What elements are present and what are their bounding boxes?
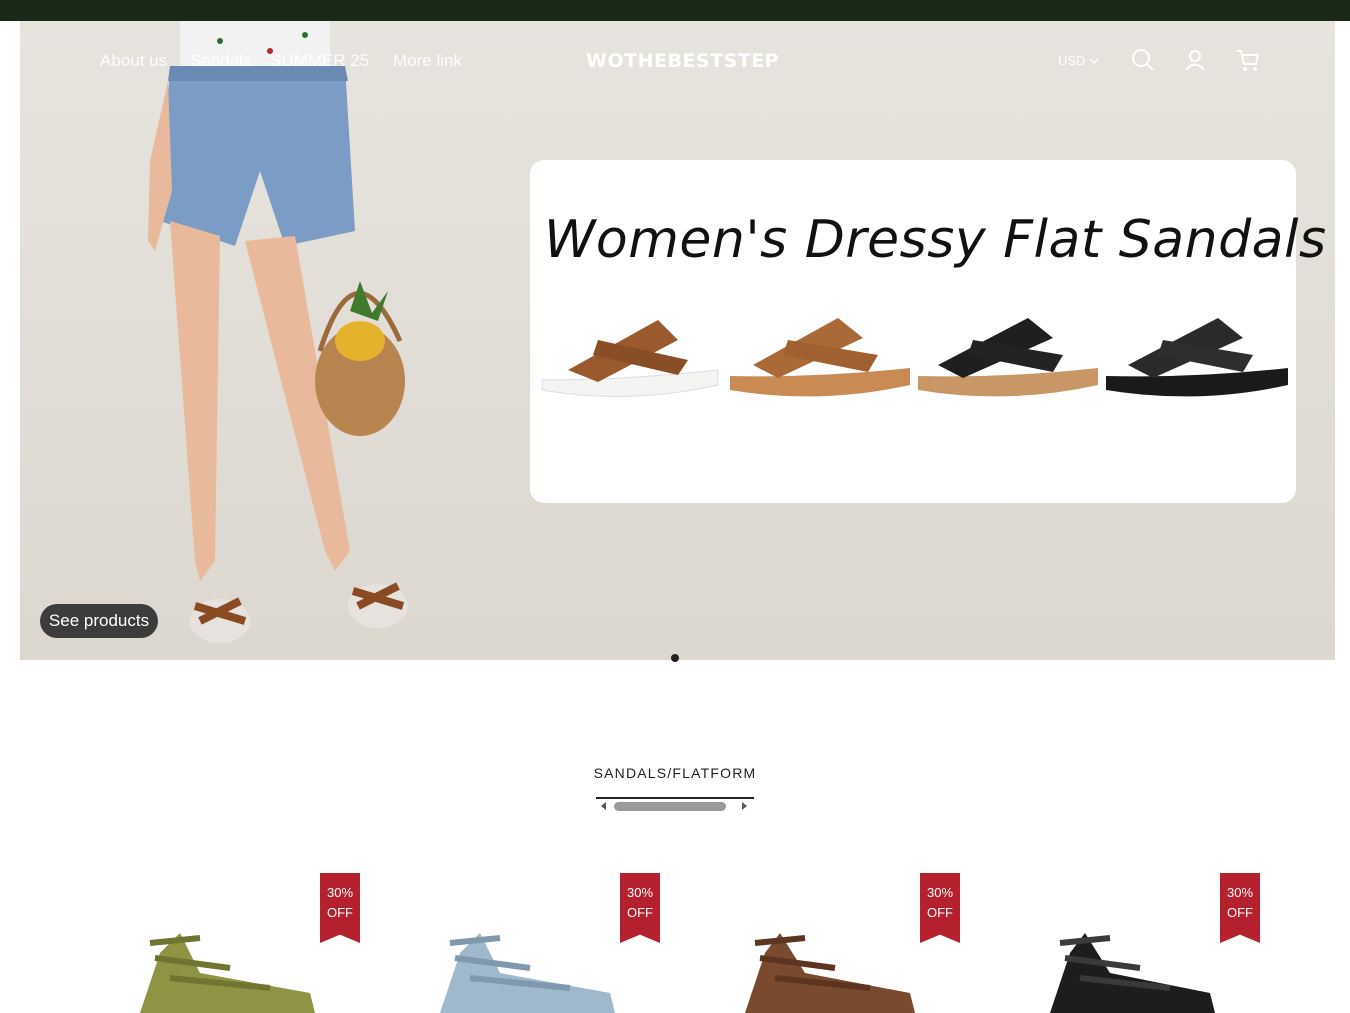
scroll-thumb[interactable] bbox=[614, 802, 726, 811]
currency-label: USD bbox=[1058, 53, 1086, 68]
header-nav: About us Sandals SUMMER 25 More link WOT… bbox=[20, 21, 1335, 101]
product-image bbox=[140, 933, 315, 1013]
cart-icon[interactable] bbox=[1235, 47, 1261, 73]
scroller-track-line bbox=[596, 797, 754, 799]
product-image bbox=[745, 933, 915, 1013]
sandal-lineup-image bbox=[541, 318, 1288, 397]
discount-badge: 30% OFF bbox=[920, 873, 960, 943]
nav-link-more[interactable]: More link bbox=[393, 51, 462, 71]
product-card[interactable]: 30% OFF bbox=[400, 873, 660, 1013]
badge-off: OFF bbox=[627, 905, 653, 920]
scroll-left-icon[interactable] bbox=[601, 802, 606, 810]
site-logo[interactable]: WOTHEBESTSTEP bbox=[586, 50, 779, 72]
promo-card: Women's Dressy Flat Sandals bbox=[530, 160, 1327, 503]
product-card[interactable]: 30% OFF bbox=[700, 873, 960, 1013]
badge-off: OFF bbox=[927, 905, 953, 920]
discount-badge: 30% OFF bbox=[320, 873, 360, 943]
product-image bbox=[440, 933, 615, 1013]
promo-title: Women's Dressy Flat Sandals bbox=[544, 210, 1327, 270]
top-announcement-bar bbox=[0, 0, 1350, 21]
slide-indicator-dot[interactable] bbox=[671, 654, 679, 662]
badge-off: OFF bbox=[1227, 905, 1253, 920]
search-icon[interactable] bbox=[1130, 47, 1156, 73]
badge-percent: 30% bbox=[1226, 885, 1254, 900]
section-title: SANDALS/FLATFORM bbox=[593, 765, 757, 781]
product-card[interactable]: 30% OFF bbox=[100, 873, 360, 1013]
hero-banner: About us Sandals SUMMER 25 More link WOT… bbox=[20, 21, 1335, 660]
badge-percent: 30% bbox=[926, 885, 954, 900]
discount-badge: 30% OFF bbox=[1220, 873, 1260, 943]
discount-badge: 30% OFF bbox=[620, 873, 660, 943]
collection-scroller[interactable] bbox=[596, 797, 754, 815]
product-card[interactable]: 30% OFF bbox=[1000, 873, 1260, 1013]
product-image bbox=[1050, 933, 1215, 1013]
currency-selector[interactable]: USD bbox=[1058, 53, 1099, 68]
nav-link-sandals[interactable]: Sandals bbox=[190, 51, 251, 71]
model-image bbox=[148, 21, 408, 643]
badge-percent: 30% bbox=[326, 885, 354, 900]
chevron-down-icon bbox=[1089, 57, 1099, 64]
see-products-button[interactable]: See products bbox=[40, 604, 158, 638]
account-icon[interactable] bbox=[1182, 47, 1208, 73]
badge-off: OFF bbox=[327, 905, 353, 920]
badge-percent: 30% bbox=[626, 885, 654, 900]
nav-link-about[interactable]: About us bbox=[100, 51, 167, 71]
nav-link-summer[interactable]: SUMMER 25 bbox=[270, 51, 369, 71]
scroll-right-icon[interactable] bbox=[742, 802, 747, 810]
